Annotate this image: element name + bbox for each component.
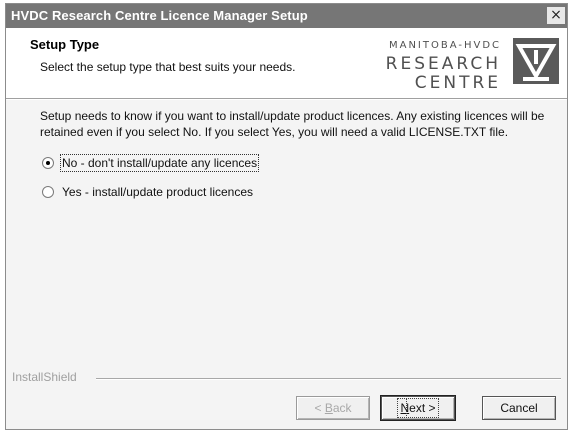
- next-button-rest: ext >: [406, 398, 439, 418]
- next-button-label: Next >: [397, 398, 439, 418]
- radio-button-unselected[interactable]: [42, 186, 54, 198]
- close-icon: ×: [550, 7, 562, 23]
- logo-text-line1: MANITOBA-HVDC: [388, 40, 501, 51]
- installshield-brand: InstallShield: [12, 370, 81, 384]
- option-no-licences[interactable]: No - don't install/update any licences: [42, 154, 260, 172]
- next-button[interactable]: Next >: [380, 395, 456, 421]
- page-subtitle: Select the setup type that best suits yo…: [40, 60, 296, 74]
- dialog-header: Setup Type Select the setup type that be…: [6, 28, 567, 98]
- back-button-mnemonic: B: [324, 401, 333, 415]
- back-button-prefix: <: [314, 401, 325, 415]
- footer-divider: [96, 378, 561, 380]
- hvdc-triangle-logo-icon: [513, 38, 559, 84]
- setup-dialog: HVDC Research Centre Licence Manager Set…: [5, 3, 568, 430]
- next-button-mnemonic: N: [400, 401, 410, 415]
- company-logo: MANITOBA-HVDC RESEARCH CENTRE: [369, 36, 559, 94]
- option-yes-licences[interactable]: Yes - install/update product licences: [42, 183, 253, 201]
- option-no-label[interactable]: No - don't install/update any licences: [59, 154, 260, 172]
- option-yes-label[interactable]: Yes - install/update product licences: [62, 185, 253, 199]
- title-bar[interactable]: HVDC Research Centre Licence Manager Set…: [6, 4, 567, 28]
- logo-text-line3: CENTRE: [414, 73, 501, 93]
- page-title: Setup Type: [30, 37, 100, 52]
- instructions-text: Setup needs to know if you want to insta…: [40, 109, 545, 139]
- close-button[interactable]: ×: [547, 7, 565, 24]
- window-title: HVDC Research Centre Licence Manager Set…: [11, 8, 308, 23]
- header-divider: [6, 98, 567, 100]
- back-button-rest: ack: [332, 401, 352, 415]
- cancel-button[interactable]: Cancel: [482, 396, 556, 420]
- logo-text-line2: RESEARCH: [385, 54, 501, 74]
- back-button[interactable]: < Back: [296, 396, 370, 420]
- radio-button-selected[interactable]: [42, 157, 54, 169]
